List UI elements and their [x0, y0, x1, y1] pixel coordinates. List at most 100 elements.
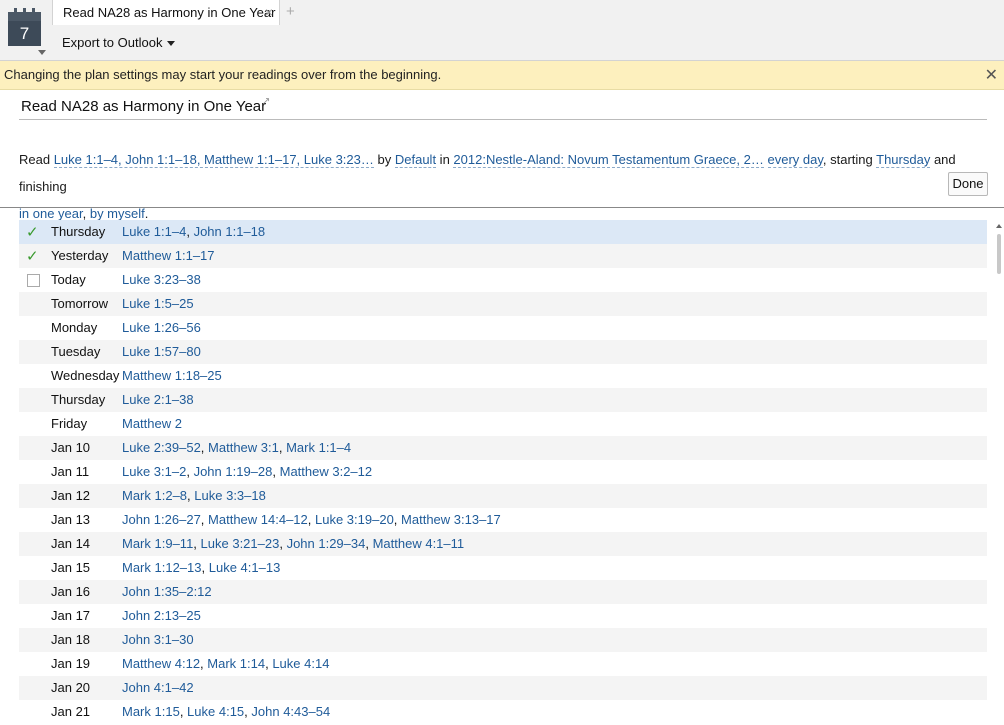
reading-link[interactable]: Luke 3:23–38	[122, 272, 201, 287]
checkmark-icon[interactable]: ✓	[26, 223, 39, 241]
schedule-readings: Matthew 1:18–25	[122, 368, 222, 383]
plan-settings-sentence: Read Luke 1:1–4, John 1:1–18, Matthew 1:…	[19, 146, 979, 227]
reading-link[interactable]: Mark 1:15	[122, 704, 180, 719]
schedule-readings: Mark 1:15, Luke 4:15, John 4:43–54	[122, 704, 330, 719]
separator: ,	[279, 536, 287, 551]
warning-text: Changing the plan settings may start you…	[4, 67, 442, 82]
reading-link[interactable]: Matthew 14:4–12	[208, 512, 308, 527]
schedule-row[interactable]: Jan 12 Mark 1:2–8, Luke 3:3–18	[19, 484, 987, 508]
reading-link[interactable]: Matthew 1:18–25	[122, 368, 222, 383]
schedule-row[interactable]: Tomorrow Luke 1:5–25	[19, 292, 987, 316]
reading-link[interactable]: Luke 3:3–18	[194, 488, 266, 503]
reading-link[interactable]: Matthew 1:1–17	[122, 248, 215, 263]
start-day-selector[interactable]: Thursday	[876, 152, 931, 168]
close-icon[interactable]: ✕	[985, 65, 998, 85]
close-tab-icon[interactable]: ×	[265, 4, 273, 20]
reading-link[interactable]: John 1:26–27	[122, 512, 201, 527]
reading-link[interactable]: Matthew 3:13–17	[401, 512, 501, 527]
checkmark-icon[interactable]: ✓	[26, 247, 39, 265]
schedule-row[interactable]: Jan 14 Mark 1:9–11, Luke 3:21–23, John 1:…	[19, 532, 987, 556]
schedule-row[interactable]: ✓ Yesterday Matthew 1:1–17	[19, 244, 987, 268]
export-label: Export to Outlook	[62, 35, 163, 50]
reading-link[interactable]: Luke 1:57–80	[122, 344, 201, 359]
reading-link[interactable]: Luke 3:19–20	[315, 512, 394, 527]
reading-link[interactable]: Mark 1:12–13	[122, 560, 202, 575]
reading-link[interactable]: Mark 1:1–4	[286, 440, 351, 455]
calendar-icon[interactable]: 7	[8, 8, 41, 46]
reading-link[interactable]: John 3:1–30	[122, 632, 194, 647]
scrollbar-thumb[interactable]	[997, 234, 1001, 274]
schedule-day: Yesterday	[51, 248, 109, 263]
resource-selector[interactable]: 2012:Nestle-Aland: Novum Testamentum Gra…	[453, 152, 764, 168]
schedule-row[interactable]: Jan 17 John 2:13–25	[19, 604, 987, 628]
checkbox[interactable]	[27, 274, 40, 287]
reading-link[interactable]: Matthew 3:2–12	[280, 464, 373, 479]
schedule-row[interactable]: Jan 10 Luke 2:39–52, Matthew 3:1, Mark 1:…	[19, 436, 987, 460]
scrollbar[interactable]	[994, 220, 1004, 725]
separator: ,	[278, 440, 287, 455]
calendar-ring	[14, 8, 17, 15]
reading-link[interactable]: Luke 1:5–25	[122, 296, 194, 311]
schedule-row[interactable]: Today Luke 3:23–38	[19, 268, 987, 292]
export-to-outlook-button[interactable]: Export to Outlook	[62, 35, 176, 50]
schedule-day: Jan 16	[51, 584, 91, 599]
new-tab-icon[interactable]: +	[286, 3, 295, 20]
reading-link[interactable]: Luke 3:1–2	[122, 464, 186, 479]
reading-link[interactable]: Luke 4:1–13	[209, 560, 281, 575]
schedule-row[interactable]: Jan 15 Mark 1:12–13, Luke 4:1–13	[19, 556, 987, 580]
schedule-readings: Luke 1:1–4, John 1:1–18	[122, 224, 265, 239]
schedule-row[interactable]: Jan 11 Luke 3:1–2, John 1:19–28, Matthew …	[19, 460, 987, 484]
reading-link[interactable]: John 4:1–42	[122, 680, 194, 695]
schedule-day: Jan 21	[51, 704, 91, 719]
divider	[19, 119, 987, 120]
order-selector[interactable]: Default	[394, 152, 437, 168]
reading-link[interactable]: Matthew 3:1	[208, 440, 279, 455]
reading-link[interactable]: Mark 1:9–11	[122, 536, 193, 551]
schedule-row[interactable]: Jan 20 John 4:1–42	[19, 676, 987, 700]
reading-link[interactable]: John 2:13–25	[122, 608, 201, 623]
schedule-row[interactable]: Jan 16 John 1:35–2:12	[19, 580, 987, 604]
chevron-down-icon[interactable]	[38, 50, 46, 55]
tab-reading-plan[interactable]: Read NA28 as Harmony in One Year ×	[52, 0, 280, 25]
reading-link[interactable]: John 1:29–34	[287, 536, 366, 551]
chevron-down-icon	[167, 41, 176, 47]
schedule-readings: Luke 2:1–38	[122, 392, 194, 407]
frequency-selector[interactable]: every day	[767, 152, 823, 168]
reading-link[interactable]: Luke 3:21–23	[201, 536, 280, 551]
schedule-day: Thursday	[51, 392, 106, 407]
schedule-row[interactable]: Jan 19 Matthew 4:12, Mark 1:14, Luke 4:14	[19, 652, 987, 676]
schedule-row[interactable]: Jan 21 Mark 1:15, Luke 4:15, John 4:43–54	[19, 700, 987, 724]
schedule-day: Jan 12	[51, 488, 91, 503]
reading-link[interactable]: Luke 1:26–56	[122, 320, 201, 335]
reading-link[interactable]: Matthew 2	[122, 416, 182, 431]
schedule-row[interactable]: Jan 13 John 1:26–27, Matthew 14:4–12, Luk…	[19, 508, 987, 532]
settings-text: .	[144, 206, 149, 221]
schedule-row[interactable]: Tuesday Luke 1:57–80	[19, 340, 987, 364]
reading-link[interactable]: John 1:1–18	[194, 224, 266, 239]
reading-link[interactable]: Matthew 4:1–11	[373, 536, 465, 551]
reading-link[interactable]: Mark 1:2–8	[122, 488, 187, 503]
schedule-readings: John 4:1–42	[122, 680, 194, 695]
reading-link[interactable]: Luke 1:1–4	[122, 224, 186, 239]
reading-link[interactable]: Luke 2:39–52	[122, 440, 201, 455]
done-button[interactable]: Done	[948, 172, 988, 196]
reading-link[interactable]: John 1:19–28	[194, 464, 273, 479]
schedule-day: Jan 13	[51, 512, 91, 527]
scroll-up-icon[interactable]	[996, 224, 1002, 228]
reading-link[interactable]: Matthew 4:12	[122, 656, 200, 671]
schedule-row[interactable]: Friday Matthew 2	[19, 412, 987, 436]
schedule-row[interactable]: Jan 18 John 3:1–30	[19, 628, 987, 652]
reading-link[interactable]: Luke 2:1–38	[122, 392, 194, 407]
reading-link[interactable]: Luke 4:15	[187, 704, 244, 719]
schedule-row[interactable]: Monday Luke 1:26–56	[19, 316, 987, 340]
reading-link[interactable]: Mark 1:14	[207, 656, 265, 671]
schedule-row[interactable]: Wednesday Matthew 1:18–25	[19, 364, 987, 388]
edit-title-icon[interactable]: ↗	[262, 96, 270, 107]
schedule-row[interactable]: Thursday Luke 2:1–38	[19, 388, 987, 412]
schedule-row[interactable]: ✓ Thursday Luke 1:1–4, John 1:1–18	[19, 220, 987, 244]
reading-link[interactable]: Luke 4:14	[272, 656, 329, 671]
schedule-readings: Luke 1:26–56	[122, 320, 201, 335]
readings-selector[interactable]: Luke 1:1–4, John 1:1–18, Matthew 1:1–17,…	[53, 152, 374, 168]
reading-link[interactable]: John 1:35–2:12	[122, 584, 212, 599]
reading-link[interactable]: John 4:43–54	[251, 704, 330, 719]
